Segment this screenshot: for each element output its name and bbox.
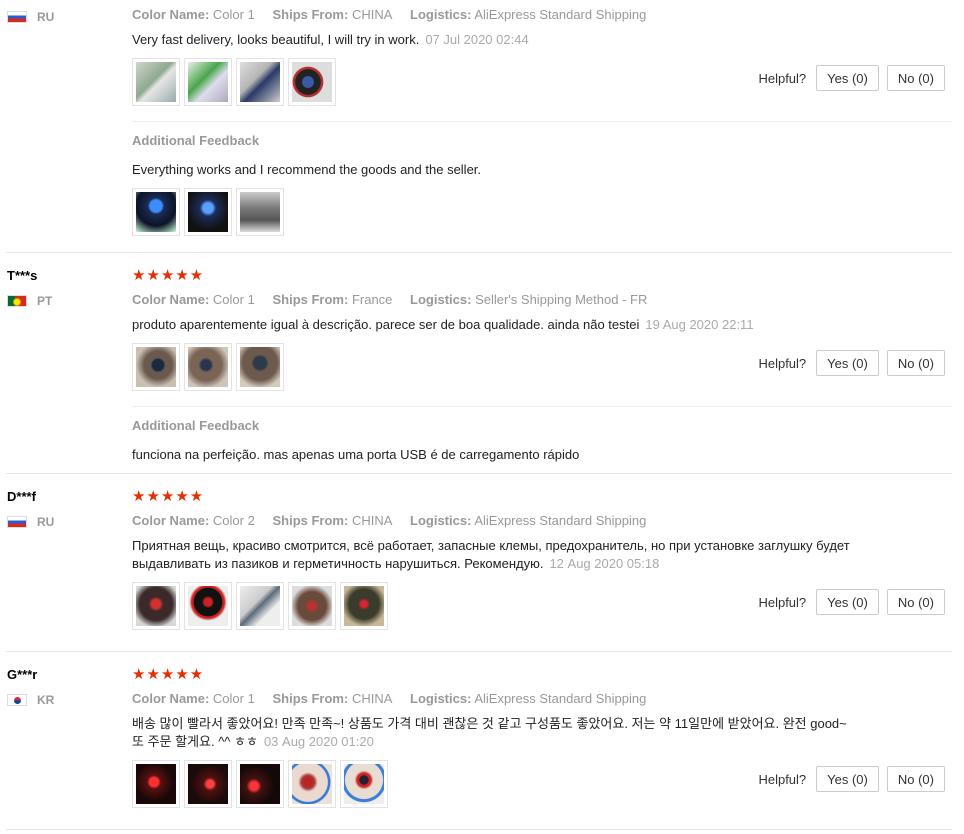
review-photos — [132, 582, 388, 630]
helpful-label: Helpful? — [758, 771, 807, 787]
review-photo[interactable] — [184, 58, 232, 106]
helpful-no-button[interactable]: No (0) — [886, 589, 945, 615]
helpful-label: Helpful? — [758, 70, 807, 86]
review-text: Приятная вещь, красиво смотрится, всё ра… — [132, 538, 850, 571]
helpful-controls: Helpful? Yes (0) No (0) — [758, 766, 945, 792]
review-photo[interactable] — [184, 760, 232, 808]
review-text: produto aparentemente igual à descrição.… — [132, 317, 754, 332]
helpful-controls: Helpful? Yes (0) No (0) — [758, 350, 945, 376]
review-photo[interactable] — [288, 760, 336, 808]
review-text: Very fast delivery, looks beautiful, I w… — [132, 32, 529, 47]
review-photo[interactable] — [184, 582, 232, 630]
review-meta: Color Name: Color 1 Ships From: CHINA Lo… — [132, 691, 647, 706]
helpful-controls: Helpful? Yes (0) No (0) — [758, 65, 945, 91]
review-photo[interactable] — [236, 582, 284, 630]
divider — [132, 121, 952, 122]
review-meta: Color Name: Color 1 Ships From: France L… — [132, 292, 648, 307]
helpful-no-button[interactable]: No (0) — [886, 65, 945, 91]
additional-feedback-text: Everything works and I recommend the goo… — [132, 162, 482, 177]
flag-ru-icon: RU — [7, 515, 54, 529]
review-divider — [6, 829, 952, 830]
rating-stars: ★★★★★ — [132, 488, 205, 505]
review-photo[interactable] — [236, 58, 284, 106]
review-photo[interactable] — [236, 343, 284, 391]
review-photo[interactable] — [288, 58, 336, 106]
review-photo[interactable] — [132, 188, 180, 236]
review-photo[interactable] — [132, 760, 180, 808]
review-photos — [132, 58, 336, 106]
reviewer-name: D***f — [7, 489, 36, 504]
review-photo[interactable] — [184, 343, 232, 391]
review-photo[interactable] — [340, 760, 388, 808]
reviewer-name: G***r — [7, 667, 38, 682]
review-photo[interactable] — [288, 582, 336, 630]
review-photos — [132, 760, 388, 808]
review-photo[interactable] — [132, 58, 180, 106]
review-text: 배송 많이 빨라서 좋았어요! 만족 만족~! 상품도 가격 대비 괜찮은 것 … — [132, 716, 847, 749]
helpful-controls: Helpful? Yes (0) No (0) — [758, 589, 945, 615]
additional-feedback-photos — [132, 188, 284, 236]
review-photo[interactable] — [132, 343, 180, 391]
review-photo[interactable] — [236, 760, 284, 808]
review-date: 19 Aug 2020 22:11 — [645, 317, 754, 332]
rating-stars: ★★★★★ — [132, 666, 205, 683]
helpful-label: Helpful? — [758, 355, 807, 371]
rating-stars: ★★★★★ — [132, 267, 205, 284]
flag-pt-icon: PT — [7, 294, 52, 308]
helpful-no-button[interactable]: No (0) — [886, 350, 945, 376]
review-photo[interactable] — [340, 582, 388, 630]
helpful-yes-button[interactable]: Yes (0) — [816, 65, 879, 91]
review-meta: Color Name: Color 1 Ships From: CHINA Lo… — [132, 7, 647, 22]
helpful-yes-button[interactable]: Yes (0) — [816, 589, 879, 615]
helpful-no-button[interactable]: No (0) — [886, 766, 945, 792]
additional-feedback-heading: Additional Feedback — [132, 418, 260, 433]
flag-kr-icon: KR — [7, 693, 54, 707]
review-date: 12 Aug 2020 05:18 — [549, 556, 660, 571]
review-divider — [6, 473, 952, 474]
helpful-label: Helpful? — [758, 594, 807, 610]
review-divider — [6, 651, 952, 652]
helpful-yes-button[interactable]: Yes (0) — [816, 350, 879, 376]
review-divider — [6, 252, 952, 253]
review-date: 07 Jul 2020 02:44 — [425, 32, 529, 47]
review-photo[interactable] — [184, 188, 232, 236]
divider — [132, 406, 952, 407]
review-photos — [132, 343, 284, 391]
review-date: 03 Aug 2020 01:20 — [263, 734, 374, 749]
flag-ru-icon: RU — [7, 10, 54, 24]
review-photo[interactable] — [236, 188, 284, 236]
review-photo[interactable] — [132, 582, 180, 630]
additional-feedback-text: funciona na perfeição. mas apenas uma po… — [132, 447, 580, 462]
reviewer-name: T***s — [7, 268, 38, 283]
review-meta: Color Name: Color 2 Ships From: CHINA Lo… — [132, 513, 647, 528]
helpful-yes-button[interactable]: Yes (0) — [816, 766, 879, 792]
additional-feedback-heading: Additional Feedback — [132, 133, 260, 148]
